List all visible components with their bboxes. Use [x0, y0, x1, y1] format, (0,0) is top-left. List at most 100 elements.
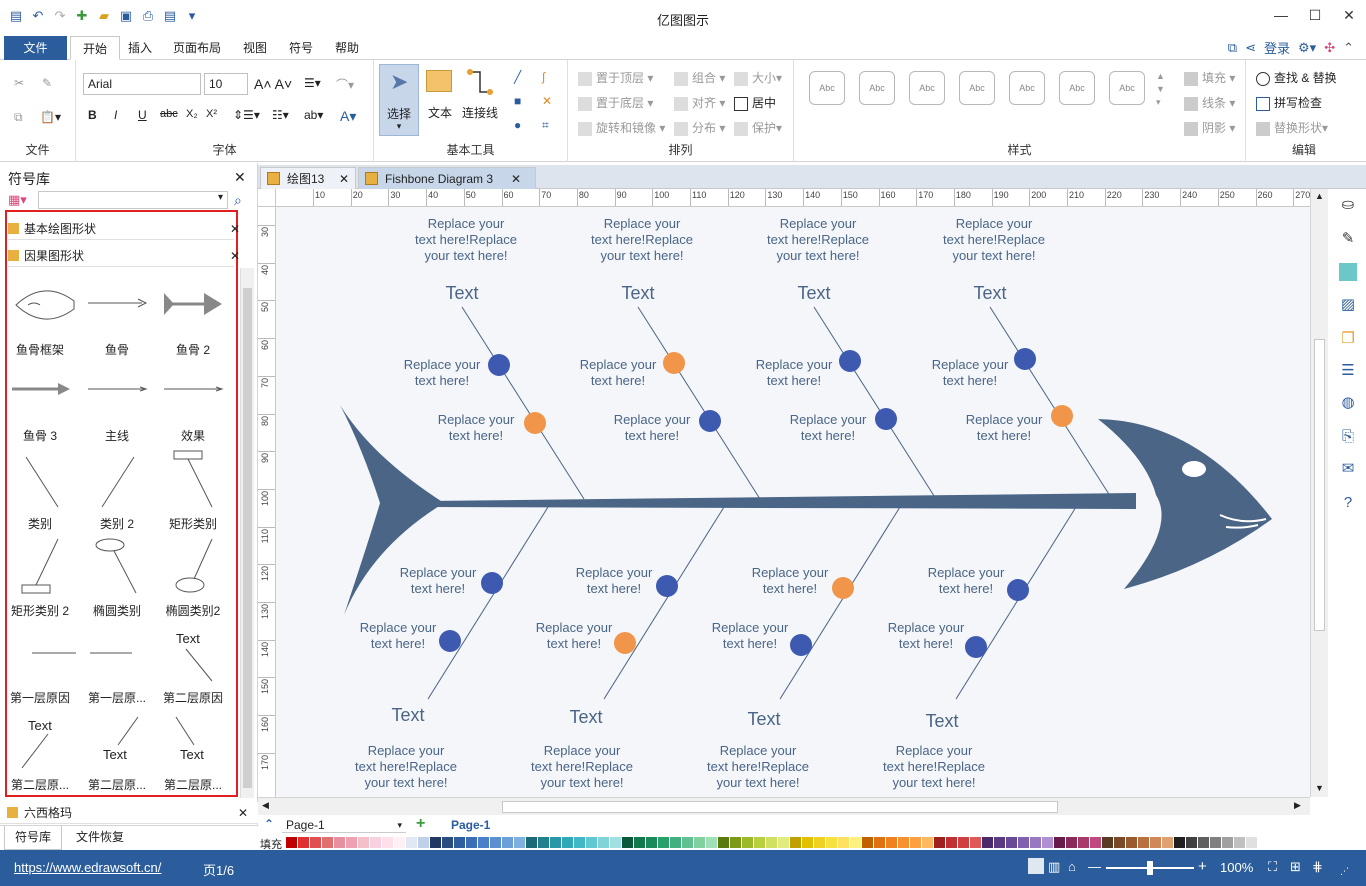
- color-swatch[interactable]: [1198, 837, 1209, 848]
- bone-title[interactable]: Text: [747, 709, 780, 729]
- size-button[interactable]: 大小▾: [734, 69, 782, 86]
- bone-description[interactable]: Replace your text here!Replace your text h…: [591, 216, 693, 263]
- line-pen-icon[interactable]: ✎: [1338, 229, 1358, 249]
- color-swatch[interactable]: [1222, 837, 1233, 848]
- color-swatch[interactable]: [862, 837, 873, 848]
- cause-node[interactable]: [481, 572, 503, 594]
- underline-icon[interactable]: U: [138, 108, 147, 122]
- tab-page-layout[interactable]: 页面布局: [161, 36, 233, 60]
- cause-node[interactable]: [965, 636, 987, 658]
- doc-tab-drawing13[interactable]: 绘图13 ✕: [260, 167, 356, 189]
- bone-title[interactable]: Text: [391, 705, 424, 725]
- color-swatch[interactable]: [802, 837, 813, 848]
- color-swatch[interactable]: [658, 837, 669, 848]
- color-swatch[interactable]: [670, 837, 681, 848]
- color-swatch[interactable]: [466, 837, 477, 848]
- fish-spine[interactable]: [426, 493, 1136, 509]
- color-swatch[interactable]: [1246, 837, 1257, 848]
- cause-label[interactable]: Replace your text here!: [752, 565, 829, 596]
- close-button[interactable]: ✕: [1332, 0, 1366, 30]
- color-swatch[interactable]: [502, 837, 513, 848]
- color-swatch[interactable]: [430, 837, 441, 848]
- rect-category-shape-icon[interactable]: [172, 449, 216, 509]
- zoom-in-button[interactable]: +: [1198, 858, 1207, 875]
- curve-icon[interactable]: ∫: [542, 70, 545, 84]
- second-level-cause-2-shape-icon[interactable]: [18, 732, 58, 770]
- text-tool[interactable]: 文本: [424, 64, 456, 124]
- cause-label[interactable]: Replace your text here!: [360, 620, 437, 651]
- top-bone[interactable]: [637, 306, 761, 500]
- ellipse-category-shape-icon[interactable]: [94, 537, 138, 597]
- app-menu-icon[interactable]: ▤: [8, 8, 24, 24]
- share-icon[interactable]: ⋖: [1245, 40, 1256, 56]
- library-close-icon[interactable]: ✕: [230, 218, 240, 240]
- library-search-input[interactable]: ▾: [38, 191, 228, 209]
- cause-label[interactable]: Replace your text here!: [888, 620, 965, 651]
- color-swatch[interactable]: [922, 837, 933, 848]
- protect-button[interactable]: 保护▾: [734, 119, 782, 136]
- page-list-icon[interactable]: ☰: [1338, 361, 1358, 381]
- color-swatch[interactable]: [622, 837, 633, 848]
- tab-file-recovery[interactable]: 文件恢复: [66, 826, 134, 850]
- scroll-down-icon[interactable]: ▼: [1315, 783, 1324, 793]
- image-icon[interactable]: ▨: [1338, 295, 1358, 315]
- category-shape-icon[interactable]: [22, 453, 62, 509]
- color-swatch[interactable]: [946, 837, 957, 848]
- cause-node[interactable]: [839, 350, 861, 372]
- open-icon[interactable]: ▰: [96, 8, 112, 24]
- bring-front[interactable]: 置于顶层 ▾: [578, 69, 653, 86]
- color-swatch[interactable]: [310, 837, 321, 848]
- style-preset-1[interactable]: Abc: [809, 71, 845, 105]
- color-swatch[interactable]: [562, 837, 573, 848]
- cause-node[interactable]: [439, 630, 461, 652]
- bottom-bone[interactable]: [427, 506, 549, 700]
- color-swatch[interactable]: [1006, 837, 1017, 848]
- color-swatch[interactable]: [1234, 837, 1245, 848]
- ellipse-icon[interactable]: ●: [514, 118, 521, 132]
- line-icon[interactable]: ╱: [514, 70, 521, 84]
- fit-width-icon[interactable]: ⊞: [1290, 859, 1301, 875]
- color-swatch[interactable]: [550, 837, 561, 848]
- shadow-button[interactable]: 阴影 ▾: [1184, 119, 1235, 136]
- print-icon[interactable]: ⎙: [140, 8, 156, 24]
- color-swatch[interactable]: [334, 837, 345, 848]
- distribute-button[interactable]: 分布 ▾: [674, 119, 725, 136]
- tab-file[interactable]: 文件: [4, 36, 67, 60]
- rectangle-icon[interactable]: ■: [514, 94, 521, 108]
- horizontal-scrollbar[interactable]: ◀ ▶: [258, 797, 1310, 815]
- align-icon[interactable]: ☰▾: [304, 76, 321, 90]
- cause-node[interactable]: [832, 577, 854, 599]
- color-swatch[interactable]: [1186, 837, 1197, 848]
- color-swatch[interactable]: [442, 837, 453, 848]
- color-swatch[interactable]: [406, 837, 417, 848]
- cause-node[interactable]: [1007, 579, 1029, 601]
- rotate-mirror[interactable]: 旋转和镜像 ▾: [578, 119, 665, 136]
- style-preset-5[interactable]: Abc: [1009, 71, 1045, 105]
- bone-description[interactable]: Replace your text here!Replace your text h…: [883, 743, 985, 790]
- style-scroll-icon[interactable]: ▲ ▼ ▾: [1156, 70, 1165, 109]
- page-view-icon[interactable]: ▥: [1048, 859, 1060, 875]
- bone-description[interactable]: Replace your text here!Replace your text h…: [767, 216, 869, 263]
- spell-check-button[interactable]: 拼写检查: [1256, 94, 1322, 111]
- add-page-icon[interactable]: +: [416, 815, 425, 833]
- effect-shape-icon[interactable]: [164, 381, 224, 397]
- fish-eye[interactable]: [1182, 461, 1206, 477]
- library-six-sigma[interactable]: 六西格玛 ✕: [0, 802, 258, 824]
- fishbone-diagram[interactable]: Text Replace your text here!Replace your te…: [276, 207, 1310, 797]
- color-swatch[interactable]: [814, 837, 825, 848]
- ellipse-category-2-shape-icon[interactable]: [172, 537, 216, 597]
- color-swatch[interactable]: [1090, 837, 1101, 848]
- tab-close-icon[interactable]: ✕: [511, 168, 521, 190]
- color-swatch[interactable]: [394, 837, 405, 848]
- color-swatch[interactable]: [370, 837, 381, 848]
- subscript-icon[interactable]: X₂: [186, 108, 198, 120]
- paste-icon[interactable]: 📋▾: [40, 110, 61, 124]
- second-level-cause-3-shape-icon[interactable]: [104, 715, 144, 747]
- group-button[interactable]: 组合 ▾: [674, 69, 725, 86]
- color-swatch[interactable]: [358, 837, 369, 848]
- top-bone[interactable]: [989, 306, 1113, 500]
- cause-label[interactable]: Replace your text here!: [966, 412, 1043, 443]
- color-swatches[interactable]: [286, 837, 1270, 848]
- color-swatch[interactable]: [1030, 837, 1041, 848]
- bottom-bone[interactable]: [955, 506, 1077, 700]
